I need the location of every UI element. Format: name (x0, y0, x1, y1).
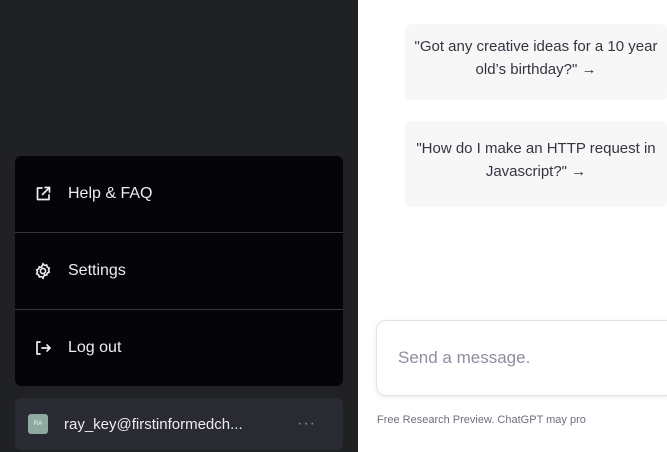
message-composer (376, 320, 667, 396)
example-prompt-button[interactable]: "Got any creative ideas for a 10 year ol… (405, 24, 667, 100)
example-prompt-text: "How do I make an HTTP request in Javasc… (416, 140, 656, 180)
disclaimer-text: Free Research Preview. ChatGPT may pro (377, 414, 586, 426)
sidebar: Help & FAQ Settings Log out RA ray_key@f… (0, 0, 358, 452)
menu-item-help-faq[interactable]: Help & FAQ (15, 156, 343, 232)
message-input[interactable] (398, 348, 658, 368)
user-account-button[interactable]: RA ray_key@firstinformedch... ··· (15, 398, 343, 450)
example-prompt-text: "Got any creative ideas for a 10 year ol… (414, 38, 658, 78)
external-link-icon (32, 183, 54, 205)
menu-item-label: Log out (68, 339, 122, 356)
menu-item-label: Settings (68, 262, 126, 279)
more-icon[interactable]: ··· (297, 415, 316, 433)
chat-main: "Got any creative ideas for a 10 year ol… (358, 0, 667, 452)
menu-item-settings[interactable]: Settings (15, 233, 343, 309)
menu-item-label: Help & FAQ (68, 185, 153, 202)
menu-item-log-out[interactable]: Log out (15, 310, 343, 386)
user-email: ray_key@firstinformedch... (64, 415, 243, 433)
account-menu: Help & FAQ Settings Log out (15, 156, 343, 386)
logout-icon (32, 337, 54, 359)
example-prompt-button[interactable]: "How do I make an HTTP request in Javasc… (405, 121, 667, 207)
avatar: RA (28, 414, 48, 434)
gear-icon (32, 260, 54, 282)
